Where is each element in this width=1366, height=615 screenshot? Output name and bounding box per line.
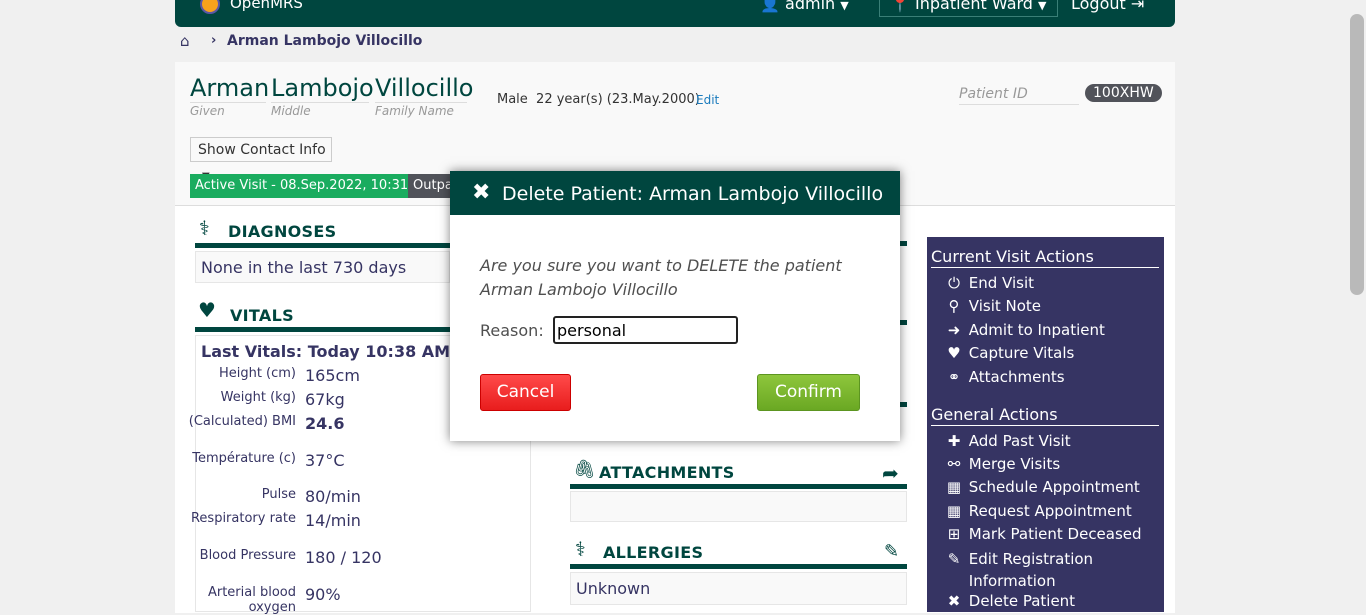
dialog-message: Are you sure you want to DELETE the pati… [480,256,842,299]
confirm-button[interactable]: Confirm [757,374,860,411]
dialog-title: Delete Patient: Arman Lambojo Villocillo [502,183,884,205]
close-icon[interactable]: ✖ [472,180,490,205]
cancel-button[interactable]: Cancel [480,374,571,411]
scrollbar-thumb[interactable] [1350,14,1364,295]
reason-input[interactable] [553,316,738,344]
reason-label: Reason: [480,321,544,340]
